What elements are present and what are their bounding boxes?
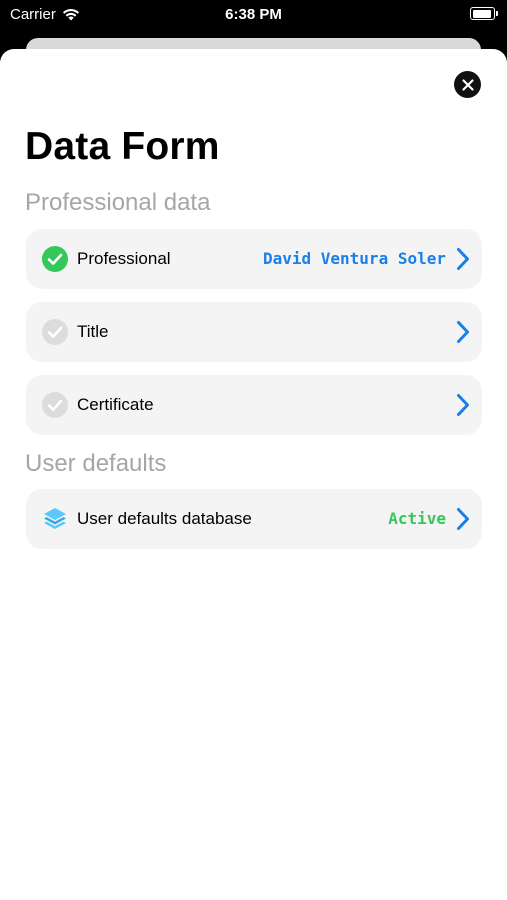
- row-title[interactable]: Title: [26, 302, 482, 362]
- status-time: 6:38 PM: [225, 6, 282, 23]
- row-label-certificate: Certificate: [77, 395, 154, 414]
- row-label-title: Title: [77, 322, 109, 341]
- chevron-right-icon: [457, 248, 469, 270]
- checkmark-empty-icon: [42, 392, 68, 418]
- section-title-professional-data: Professional data: [25, 189, 211, 216]
- row-label-professional: Professional: [77, 249, 171, 268]
- chevron-right-icon: [457, 394, 469, 416]
- close-button[interactable]: [454, 71, 481, 98]
- battery-icon: [470, 7, 498, 20]
- row-professional[interactable]: Professional David Ventura Soler: [26, 229, 482, 289]
- layers-icon: [44, 508, 66, 529]
- row-user-defaults-database[interactable]: User defaults database Active: [26, 489, 482, 549]
- status-bar: Carrier 6:38 PM: [0, 0, 507, 30]
- page-title: Data Form: [25, 125, 220, 168]
- section-title-user-defaults: User defaults: [25, 450, 167, 477]
- row-certificate[interactable]: Certificate: [26, 375, 482, 435]
- row-value-user-defaults-database: Active: [388, 509, 446, 528]
- chevron-right-icon: [457, 321, 469, 343]
- checkmark-empty-icon: [42, 319, 68, 345]
- row-label-user-defaults-database: User defaults database: [77, 509, 252, 528]
- row-value-professional: David Ventura Soler: [262, 249, 446, 268]
- chevron-right-icon: [457, 508, 469, 530]
- close-icon: [461, 78, 474, 91]
- battery-fill: [472, 9, 491, 18]
- checkmark-filled-icon: [42, 246, 68, 272]
- modal-sheet: Data Form Professional data Professional…: [0, 49, 507, 900]
